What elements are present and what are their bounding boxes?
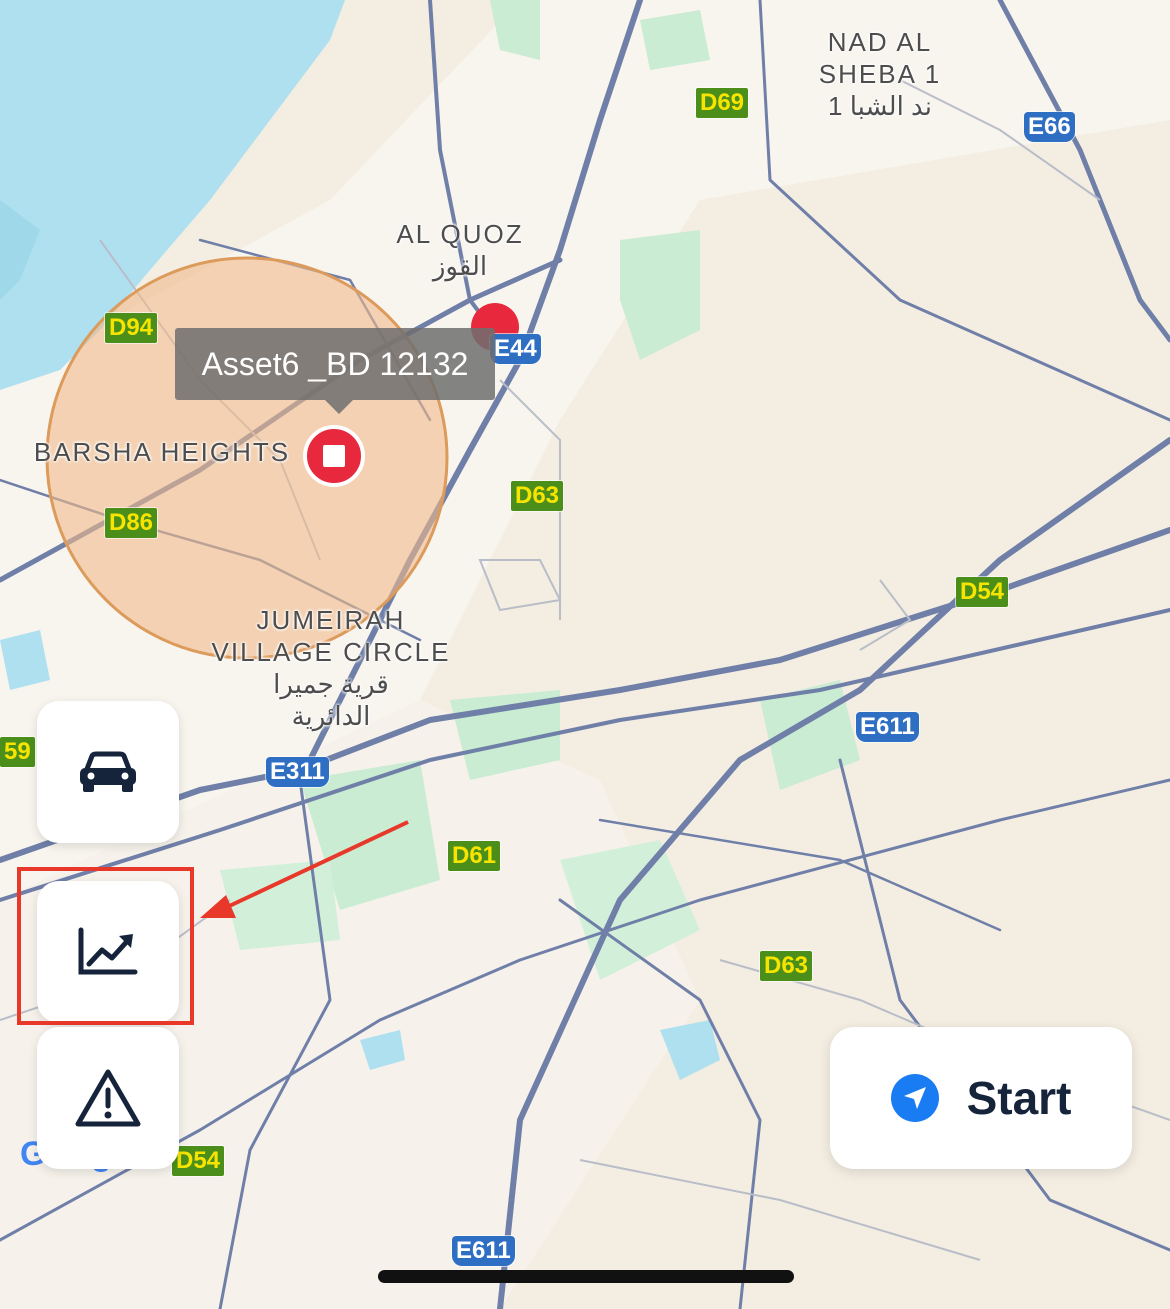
- place-label-nad-al-sheba: NAD AL SHEBA 1 ند الشبا 1: [818, 27, 942, 121]
- road-shield-d86: D86: [105, 508, 158, 538]
- road-shield-d63-bottom: D63: [760, 951, 813, 981]
- vehicle-button[interactable]: [37, 701, 179, 843]
- road-shield-d54: D54: [956, 577, 1009, 607]
- home-indicator[interactable]: [378, 1270, 794, 1283]
- start-button-label: Start: [966, 1072, 1072, 1124]
- start-button[interactable]: Start: [830, 1027, 1132, 1169]
- road-shield-d61: D61: [448, 841, 501, 871]
- warning-icon: [75, 1069, 141, 1127]
- place-label-jvc: JUMEIRAH VILLAGE CIRCLE قرية جميرا الدائ…: [211, 605, 451, 731]
- asset-marker-stopped: [303, 425, 365, 487]
- highlight-annotation-box: [17, 867, 194, 1025]
- navigation-arrow-icon: [890, 1074, 939, 1122]
- car-icon: [80, 751, 136, 792]
- road-shield-e44: E44: [490, 334, 541, 364]
- asset-tooltip[interactable]: Asset6 _BD 12132: [175, 328, 495, 414]
- place-label-al-quoz: AL QUOZ القوز: [396, 219, 524, 281]
- road-shield-e611-bottom: E611: [452, 1236, 515, 1266]
- road-shield-d63-top: D63: [511, 481, 564, 511]
- road-shield-59: 59: [0, 737, 35, 767]
- road-shield-e66: E66: [1024, 112, 1075, 142]
- road-shield-e611-mid: E611: [856, 712, 919, 742]
- place-label-barsha-heights: BARSHA HEIGHTS: [33, 437, 291, 467]
- road-shield-d69: D69: [696, 88, 749, 118]
- road-shield-d54-bottom: D54: [172, 1146, 225, 1176]
- alerts-button[interactable]: [37, 1027, 179, 1169]
- road-shield-d94: D94: [105, 313, 158, 343]
- road-shield-e311: E311: [266, 757, 329, 787]
